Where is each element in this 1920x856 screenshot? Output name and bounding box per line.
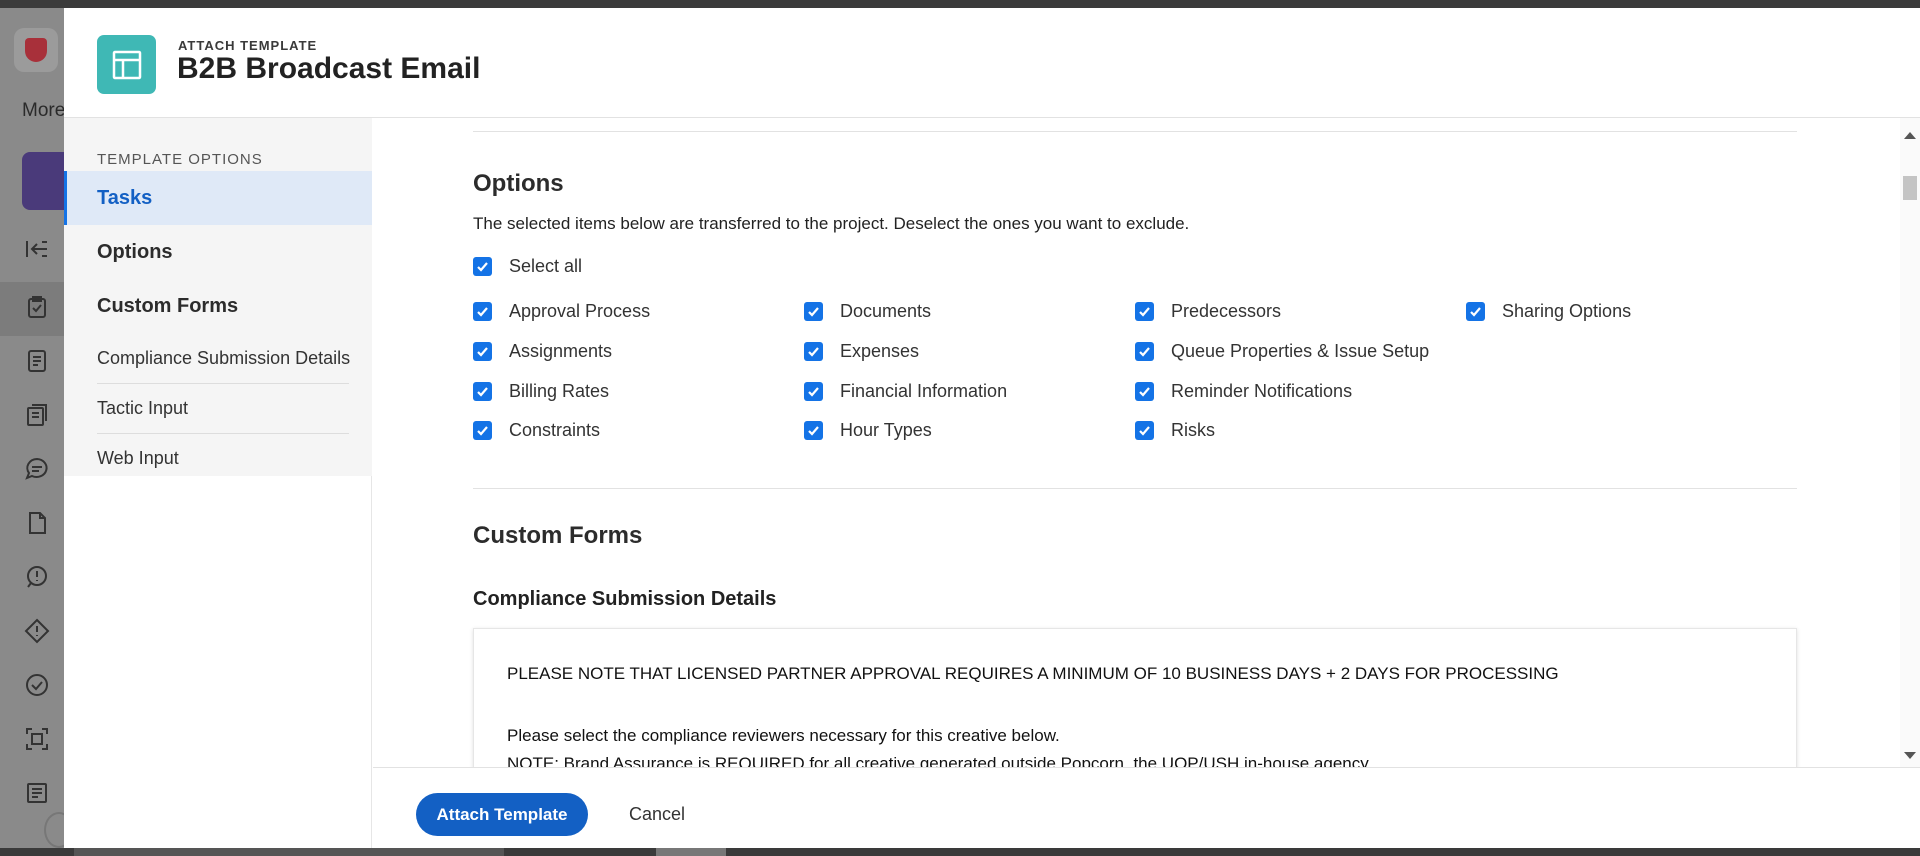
- browser-top-bar: [0, 0, 1920, 8]
- sidebar-item-custom-forms[interactable]: Custom Forms: [64, 279, 372, 333]
- checkmark-icon: [1135, 421, 1154, 440]
- collapse-panel-icon: [22, 234, 52, 264]
- checkbox-approval-process[interactable]: Approval Process: [473, 301, 650, 322]
- checkbox-sharing-options[interactable]: Sharing Options: [1466, 301, 1631, 322]
- scroll-down-arrow-icon[interactable]: [1904, 752, 1916, 759]
- checkmark-icon: [473, 421, 492, 440]
- compliance-note-line: Please select the compliance reviewers n…: [507, 726, 1060, 745]
- sidebar-item-tasks[interactable]: Tasks: [64, 171, 372, 225]
- checkbox-label: Financial Information: [840, 381, 1008, 401]
- modal-content: Options The selected items below are tra…: [373, 118, 1920, 767]
- checkbox-label: Billing Rates: [509, 381, 610, 401]
- cancel-button[interactable]: Cancel: [629, 793, 685, 836]
- custom-forms-section-title: Custom Forms: [473, 522, 643, 549]
- checkmark-icon: [1135, 302, 1154, 321]
- sidebar-heading: TEMPLATE OPTIONS: [97, 151, 263, 168]
- compliance-note-card: PLEASE NOTE THAT LICENSED PARTNER APPROV…: [473, 628, 1797, 767]
- checkbox-label: Sharing Options: [1502, 301, 1632, 321]
- scrollbar-thumb[interactable]: [1903, 176, 1917, 200]
- checkbox-predecessors[interactable]: Predecessors: [1135, 301, 1281, 322]
- content-scrollbar[interactable]: [1900, 118, 1920, 767]
- alert-bubble-icon: [22, 562, 52, 592]
- attach-template-button[interactable]: Attach Template: [416, 793, 588, 836]
- comments-icon: [22, 454, 52, 484]
- sidebar-panel: TEMPLATE OPTIONS Tasks Options Custom Fo…: [64, 118, 372, 476]
- checkmark-icon: [1135, 382, 1154, 401]
- tasks-icon: [22, 292, 52, 322]
- checkbox-reminder-notifications[interactable]: Reminder Notifications: [1135, 381, 1352, 402]
- checkmark-icon: [473, 342, 492, 361]
- checkbox-label: Expenses: [840, 341, 920, 361]
- checkbox-documents[interactable]: Documents: [804, 301, 931, 322]
- options-description: The selected items below are transferred…: [473, 214, 1190, 233]
- checkmark-icon: [804, 302, 823, 321]
- document-icon: [22, 346, 52, 376]
- checkbox-label: Reminder Notifications: [1171, 381, 1353, 401]
- compliance-submission-title: Compliance Submission Details: [473, 588, 777, 610]
- page-title: B2B Broadcast Email: [177, 52, 481, 85]
- more-label: More: [22, 100, 66, 121]
- sidebar-item-web-input[interactable]: Web Input: [64, 434, 372, 483]
- checkbox-label: Documents: [840, 301, 932, 321]
- checkbox-label: Hour Types: [840, 420, 932, 440]
- app-left-rail: More: [0, 8, 74, 848]
- project-thumbnail-icon: [22, 152, 66, 210]
- sidebar-item-tactic-input[interactable]: Tactic Input: [64, 384, 372, 433]
- checkmark-icon: [804, 421, 823, 440]
- compliance-note-line: PLEASE NOTE THAT LICENSED PARTNER APPROV…: [507, 664, 1559, 683]
- brave-logo-icon: [14, 28, 58, 72]
- attach-template-modal: ATTACH TEMPLATE B2B Broadcast Email TEMP…: [64, 8, 1920, 848]
- checkbox-expenses[interactable]: Expenses: [804, 341, 919, 362]
- checkbox-label: Assignments: [509, 341, 613, 361]
- checkbox-label: Queue Properties & Issue Setup: [1171, 341, 1430, 361]
- checkmark-icon: [804, 342, 823, 361]
- issues-list-icon: [22, 400, 52, 430]
- compliance-note-line: NOTE: Brand Assurance is REQUIRED for al…: [507, 754, 1373, 767]
- checkbox-label: Select all: [509, 256, 583, 276]
- checkmark-icon: [473, 257, 492, 276]
- proof-frame-icon: [22, 724, 52, 754]
- checkbox-label: Approval Process: [509, 301, 651, 321]
- checkbox-constraints[interactable]: Constraints: [473, 420, 600, 441]
- checkbox-label: Predecessors: [1171, 301, 1282, 321]
- select-all-checkbox[interactable]: Select all: [473, 256, 582, 277]
- section-divider: [473, 488, 1797, 489]
- modal-eyebrow: ATTACH TEMPLATE: [178, 38, 318, 53]
- checkbox-billing-rates[interactable]: Billing Rates: [473, 381, 609, 402]
- checkmark-icon: [473, 382, 492, 401]
- scroll-up-arrow-icon[interactable]: [1904, 132, 1916, 139]
- modal-footer: Attach Template Cancel: [373, 767, 1920, 848]
- checkmark-icon: [1466, 302, 1485, 321]
- sidebar-item-options[interactable]: Options: [64, 225, 372, 279]
- options-section-title: Options: [473, 170, 564, 197]
- warning-diamond-icon: [22, 616, 52, 646]
- approval-check-icon: [22, 670, 52, 700]
- checkbox-hour-types[interactable]: Hour Types: [804, 420, 932, 441]
- template-icon: [97, 35, 156, 94]
- checkbox-label: Constraints: [509, 420, 601, 440]
- checkbox-assignments[interactable]: Assignments: [473, 341, 612, 362]
- sidebar-item-compliance-submission-details[interactable]: Compliance Submission Details: [64, 334, 372, 383]
- modal-header: ATTACH TEMPLATE B2B Broadcast Email: [64, 8, 1920, 118]
- checkbox-risks[interactable]: Risks: [1135, 420, 1215, 441]
- checkbox-queue-properties[interactable]: Queue Properties & Issue Setup: [1135, 341, 1429, 362]
- section-divider: [473, 131, 1797, 132]
- template-options-sidebar: TEMPLATE OPTIONS Tasks Options Custom Fo…: [64, 118, 372, 848]
- checkmark-icon: [804, 382, 823, 401]
- checkbox-label: Risks: [1171, 420, 1215, 440]
- file-icon: [22, 508, 52, 538]
- checkmark-icon: [1135, 342, 1154, 361]
- checkmark-icon: [473, 302, 492, 321]
- form-list-icon: [22, 778, 52, 808]
- checkbox-financial-information[interactable]: Financial Information: [804, 381, 1007, 402]
- browser-bottom-strip: [0, 848, 1920, 856]
